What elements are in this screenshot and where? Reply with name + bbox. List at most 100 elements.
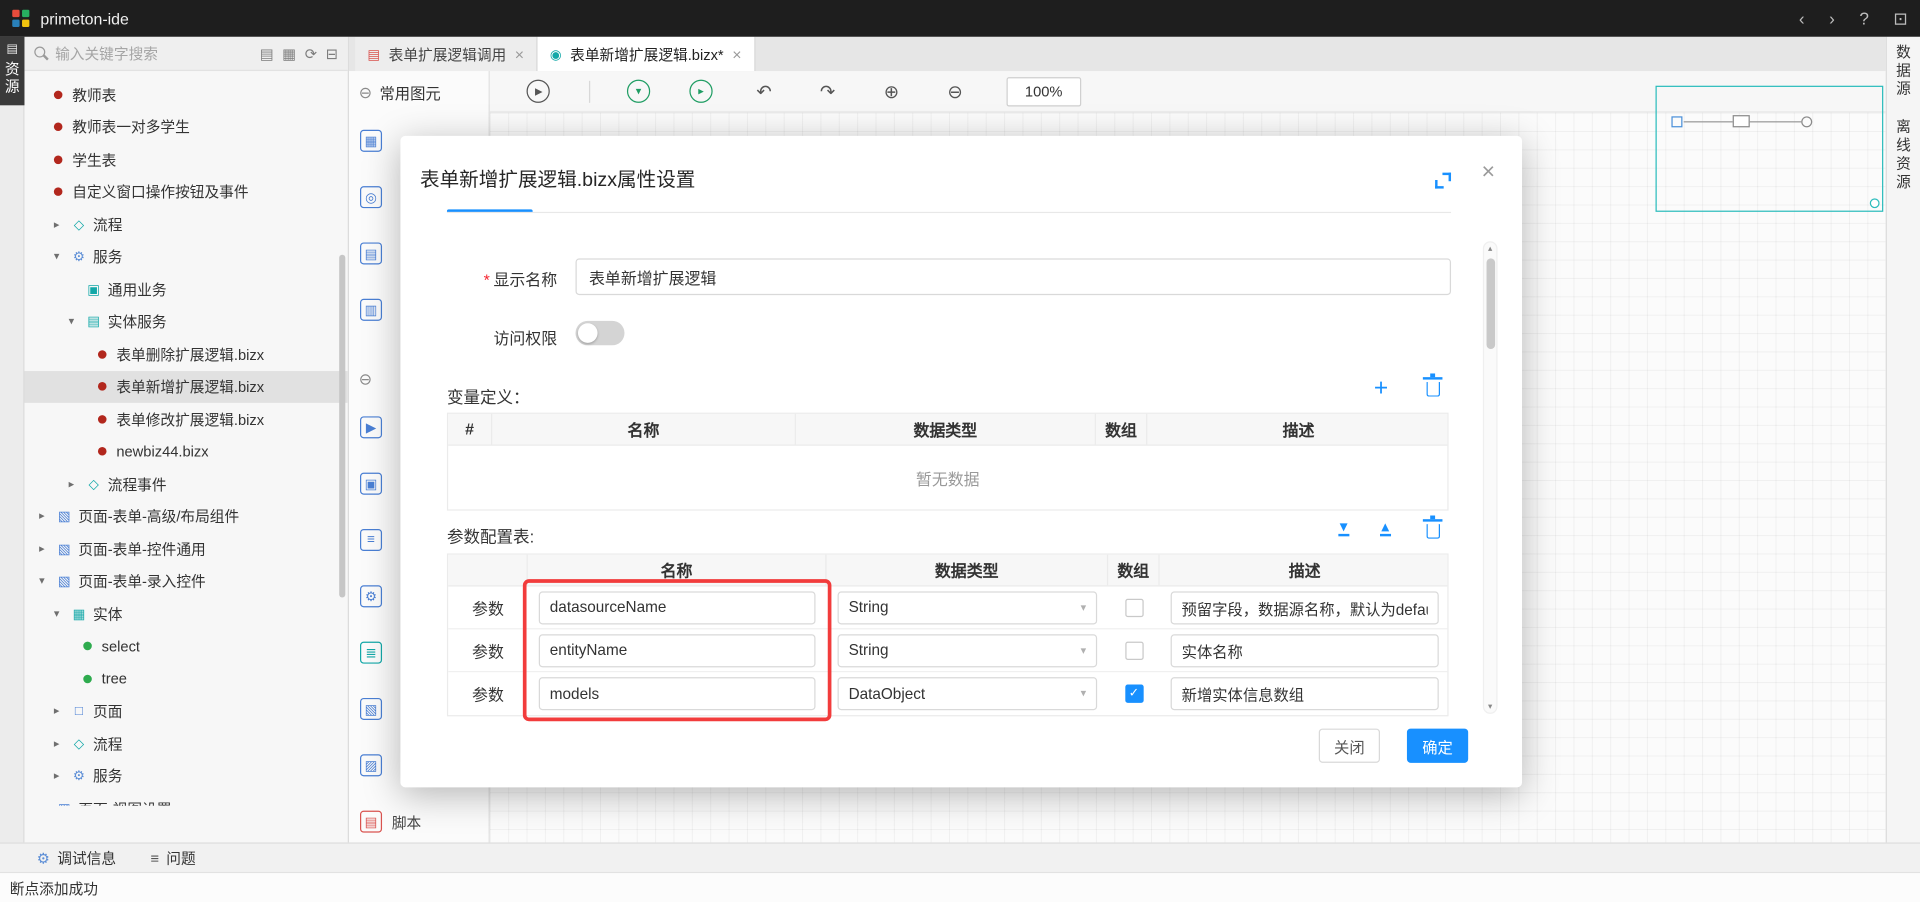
palette-section-common[interactable]: ⊖ 常用图元 [349, 71, 489, 113]
tree-item[interactable]: ▸▧页面-视图设置 [24, 792, 347, 805]
zoom-in-icon[interactable]: ⊕ [879, 80, 903, 102]
export-params-icon[interactable]: ▴ [1380, 518, 1390, 536]
undo-icon[interactable]: ↶ [752, 80, 776, 102]
chevron-right-icon[interactable]: ▸ [54, 218, 70, 231]
problems-tab[interactable]: ≡ 问题 [150, 847, 195, 868]
param-name-input[interactable] [539, 634, 816, 667]
chevron-down-icon[interactable]: ▾ [69, 315, 85, 328]
chevron-right-icon[interactable]: ▸ [54, 704, 70, 717]
tree-item[interactable]: ▾⚙服务 [24, 241, 347, 273]
tree-item[interactable]: select [24, 630, 347, 662]
flow-end-node[interactable] [1801, 116, 1812, 127]
close-dialog-icon[interactable]: × [1481, 160, 1495, 183]
tree-item[interactable]: ▸◇流程 [24, 727, 347, 759]
tree-item[interactable]: 教师表一对多学生 [24, 111, 347, 143]
param-desc-input[interactable] [1171, 634, 1439, 667]
zoom-out-icon[interactable]: ⊖ [943, 80, 967, 102]
tree-item[interactable]: ▸◇流程事件 [24, 468, 347, 500]
dialog-scrollbar[interactable]: ▴ ▾ [1483, 241, 1498, 714]
chevron-right-icon[interactable]: ▸ [39, 802, 55, 806]
tree-item[interactable]: ▾▤实体服务 [24, 306, 347, 338]
collapse-section-icon[interactable]: ⊖ [359, 370, 372, 386]
tree-item[interactable]: 学生表 [24, 143, 347, 175]
nav-back-icon[interactable]: ‹ [1799, 10, 1805, 27]
tree-item[interactable]: 表单删除扩展逻辑.bizx [24, 338, 347, 370]
debug-info-tab[interactable]: ⚙ 调试信息 [37, 847, 116, 868]
chevron-right-icon[interactable]: ▸ [39, 542, 55, 555]
tree-item-selected[interactable]: 表单新增扩展逻辑.bizx [24, 370, 347, 402]
app-logo-icon [12, 9, 30, 27]
redo-icon[interactable]: ↷ [816, 80, 840, 102]
debug-step-icon[interactable]: ▸ [689, 80, 712, 103]
selection-resize-handle[interactable] [1870, 198, 1880, 208]
import-params-icon[interactable]: ▾ [1338, 518, 1348, 536]
param-type-select[interactable]: String▾ [838, 634, 1098, 667]
scroll-down-icon[interactable]: ▾ [1484, 702, 1496, 712]
collapse-section-icon[interactable]: ⊖ [359, 84, 372, 100]
param-desc-input[interactable] [1171, 591, 1439, 624]
save-icon[interactable]: ⊡ [1893, 10, 1907, 27]
access-permission-toggle[interactable] [576, 321, 625, 345]
close-tab-icon[interactable]: × [515, 45, 524, 63]
tree-item[interactable]: ▾▧页面-表单-录入控件 [24, 565, 347, 597]
tree-item[interactable]: tree [24, 662, 347, 694]
display-name-input[interactable] [576, 258, 1452, 295]
param-type-select[interactable]: DataObject▾ [838, 677, 1098, 710]
array-checkbox[interactable] [1125, 641, 1143, 659]
rail-tab-datasource[interactable]: 数据源 [1893, 44, 1914, 99]
tree-item[interactable]: 表单修改扩展逻辑.bizx [24, 403, 347, 435]
sidebar-scrollbar[interactable] [339, 255, 345, 598]
scroll-up-icon[interactable]: ▴ [1484, 244, 1496, 254]
palette-item-script[interactable]: ▤ 脚本 [349, 793, 489, 842]
editor-tab[interactable]: ▤ 表单扩展逻辑调用 × [355, 37, 537, 71]
tree-item[interactable]: ▸⚙服务 [24, 760, 347, 792]
array-checkbox[interactable] [1125, 598, 1143, 616]
zoom-level-select[interactable]: 100% [1007, 77, 1081, 106]
tree-item[interactable]: ▸▧页面-表单-控件通用 [24, 533, 347, 565]
chevron-right-icon[interactable]: ▸ [69, 477, 85, 490]
flow-start-node[interactable] [1671, 116, 1682, 127]
collapse-all-icon[interactable]: ⊟ [326, 45, 338, 62]
param-desc-input[interactable] [1171, 677, 1439, 710]
tree-item[interactable]: 自定义窗口操作按钮及事件 [24, 176, 347, 208]
tree-item[interactable]: ▾▦实体 [24, 598, 347, 630]
add-variable-icon[interactable]: + [1374, 376, 1388, 400]
canvas-selection-box[interactable] [1656, 86, 1884, 212]
param-type-select[interactable]: String▾ [838, 591, 1098, 624]
refresh-icon[interactable]: ⟳ [305, 45, 317, 62]
debug-start-icon[interactable]: ▾ [627, 80, 650, 103]
chevron-down-icon[interactable]: ▾ [54, 607, 70, 620]
chevron-right-icon[interactable]: ▸ [54, 769, 70, 782]
new-folder-icon[interactable]: ▦ [282, 45, 296, 62]
tree-item[interactable]: newbiz44.bizx [24, 435, 347, 467]
tree-item[interactable]: 教师表 [24, 78, 347, 110]
nav-forward-icon[interactable]: › [1829, 10, 1835, 27]
editor-tab-active[interactable]: ◉ 表单新增扩展逻辑.bizx* × [538, 37, 755, 71]
tree-item[interactable]: ▸▧页面-表单-高级/布局组件 [24, 500, 347, 532]
close-tab-icon[interactable]: × [732, 45, 741, 63]
rail-tab-offline-resources[interactable]: 离线资源 [1893, 119, 1914, 192]
app-title: primeton-ide [40, 9, 128, 27]
search-input[interactable] [55, 45, 260, 62]
param-name-input[interactable] [539, 591, 816, 624]
tree-item[interactable]: ▸□页面 [24, 695, 347, 727]
help-icon[interactable]: ? [1859, 10, 1869, 27]
array-checkbox-checked[interactable]: ✓ [1125, 684, 1143, 702]
chevron-right-icon[interactable]: ▸ [39, 510, 55, 523]
confirm-button[interactable]: 确定 [1407, 729, 1468, 763]
param-name-input[interactable] [539, 677, 816, 710]
chevron-down-icon[interactable]: ▾ [39, 575, 55, 588]
tree-item[interactable]: ▸◇流程 [24, 208, 347, 240]
chevron-right-icon[interactable]: ▸ [54, 737, 70, 750]
tree-item[interactable]: ▣通用业务 [24, 273, 347, 305]
delete-param-icon[interactable] [1427, 524, 1440, 539]
scrollbar-thumb[interactable] [1486, 258, 1495, 349]
chevron-down-icon[interactable]: ▾ [54, 250, 70, 263]
run-icon[interactable]: ▶ [527, 80, 550, 103]
close-button[interactable]: 关闭 [1319, 729, 1380, 763]
rail-tab-resources[interactable]: ▤ 资源 [0, 37, 24, 106]
flow-mid-node[interactable] [1733, 115, 1750, 127]
delete-variable-icon[interactable] [1427, 382, 1440, 397]
import-resource-icon[interactable]: ▤ [260, 45, 274, 62]
fullscreen-icon[interactable] [1435, 173, 1451, 189]
